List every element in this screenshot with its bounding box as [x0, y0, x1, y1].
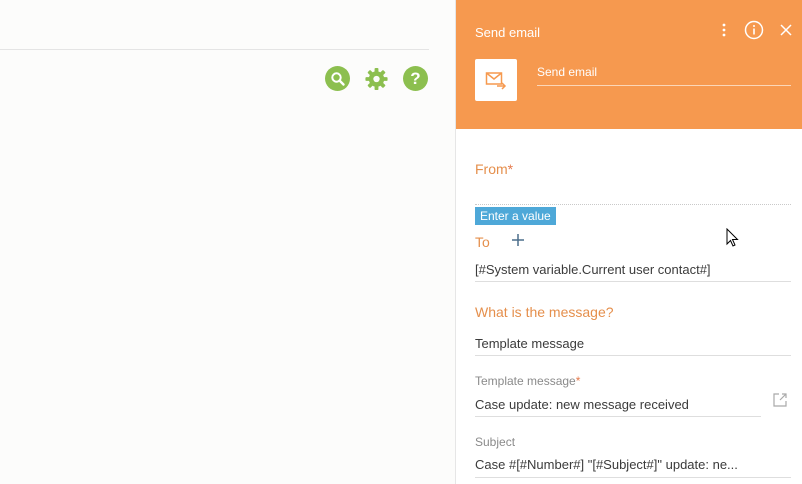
to-input[interactable]: [#System variable.Current user contact#]: [475, 262, 711, 277]
subject-label: Subject: [475, 435, 516, 449]
close-button[interactable]: [777, 20, 795, 45]
to-label: To: [475, 234, 490, 250]
search-icon: [330, 71, 345, 86]
required-mark: *: [575, 374, 581, 388]
subject-input[interactable]: Case #[#Number#] "[#Subject#]" update: n…: [475, 457, 738, 472]
element-properties-panel: Send email Send email From* Enter a valu…: [455, 0, 802, 484]
help-icon: ?: [410, 69, 421, 88]
template-label-text: Template message: [475, 374, 576, 388]
element-name-underline: [537, 85, 791, 86]
help-button[interactable]: ?: [403, 66, 428, 91]
element-name-input[interactable]: Send email: [537, 65, 597, 79]
close-icon: [780, 24, 792, 36]
panel-title: Send email: [475, 25, 541, 40]
from-label: From*: [475, 161, 513, 177]
gear-icon: [365, 67, 388, 90]
message-type-underline: [475, 355, 791, 356]
toolbar-divider: [0, 49, 429, 50]
to-underline: [475, 281, 791, 282]
template-lookup[interactable]: Case update: new message received: [475, 397, 689, 412]
more-vertical-icon: [722, 23, 726, 37]
from-label-text: From: [475, 161, 508, 177]
external-link-icon: [773, 393, 787, 407]
from-input[interactable]: [475, 183, 791, 201]
template-label: Template message*: [475, 374, 580, 388]
add-recipient-button[interactable]: [510, 232, 526, 253]
from-underline: [475, 204, 791, 205]
mouse-pointer-icon: [726, 228, 739, 247]
email-send-icon: [485, 72, 507, 90]
info-button[interactable]: [744, 20, 764, 45]
element-icon-box: [475, 59, 517, 101]
template-underline: [475, 416, 761, 417]
plus-icon: [512, 234, 524, 246]
settings-button[interactable]: [364, 66, 389, 91]
info-icon: [744, 20, 764, 40]
subject-underline: [475, 477, 791, 478]
more-button[interactable]: [718, 20, 730, 45]
open-template-button[interactable]: [772, 392, 788, 413]
search-button[interactable]: [325, 66, 350, 91]
panel-header: Send email Send email: [456, 0, 802, 129]
message-type-select[interactable]: Template message: [475, 336, 584, 351]
message-question: What is the message?: [475, 304, 614, 320]
designer-canvas: ?: [0, 0, 455, 484]
validation-tooltip: Enter a value: [475, 207, 556, 225]
required-mark: *: [507, 161, 514, 177]
